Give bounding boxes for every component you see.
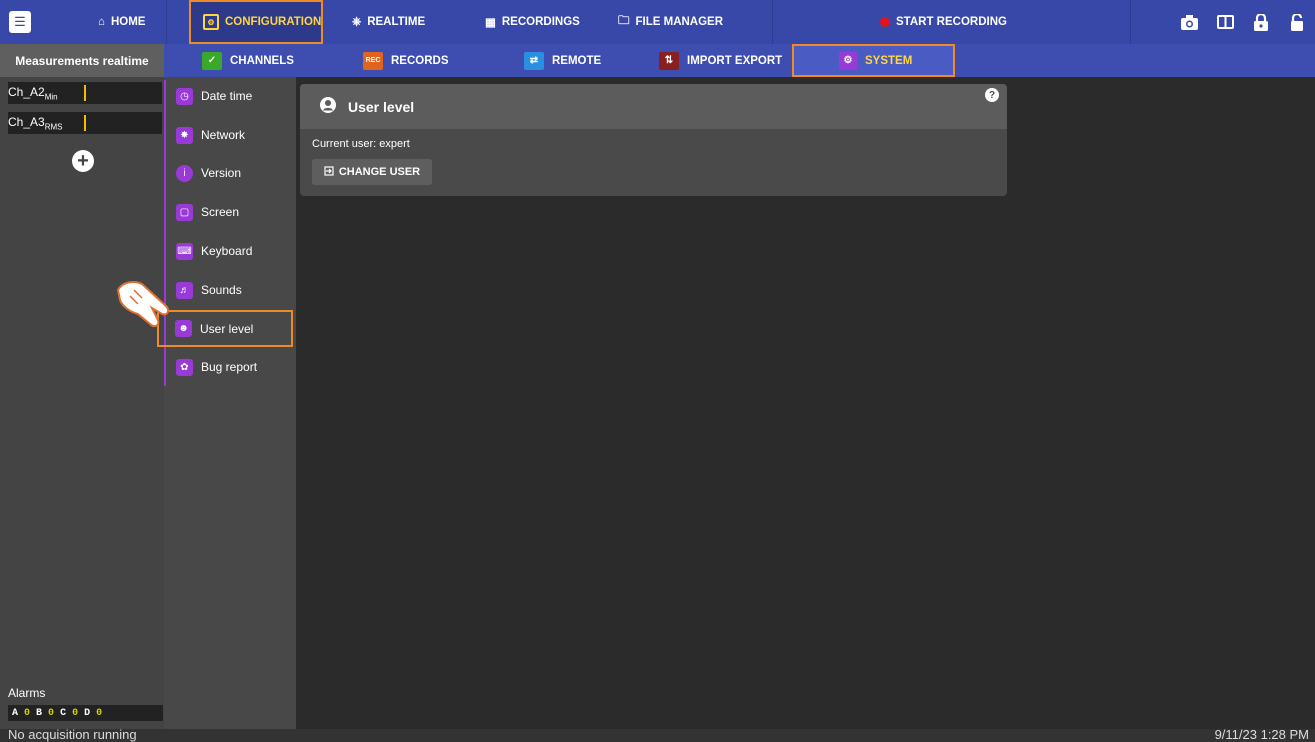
tab-import-export[interactable]: ⇅ IMPORT EXPORT (659, 44, 782, 77)
system-gear-icon: ⚙ (839, 51, 857, 70)
realtime-graph-icon: ⎈ (352, 15, 362, 28)
menu-item-label: Bug report (201, 360, 258, 374)
alarm-value: 0 (24, 707, 31, 719)
camera-icon[interactable] (1171, 0, 1207, 44)
user-circle-icon (320, 97, 336, 116)
bug-icon: ✿ (176, 358, 193, 376)
tab-records[interactable]: REC RECORDS (363, 44, 449, 77)
channel-level-bar (84, 85, 86, 101)
nav-home-button[interactable]: ⌂ HOME (98, 0, 145, 44)
nav-home-label: HOME (110, 16, 146, 28)
add-channel-button[interactable]: + (72, 150, 94, 172)
menu-item-user-level[interactable]: ☻ User level (157, 310, 293, 347)
tab-remote[interactable]: ⇄ REMOTE (524, 44, 601, 77)
tab-remote-label: REMOTE (552, 54, 602, 67)
recordings-icon: ▦ (485, 17, 496, 29)
menu-item-keyboard[interactable]: ⌨ Keyboard (176, 240, 252, 262)
home-icon: ⌂ (98, 16, 105, 28)
tab-channels-label: CHANNELS (230, 54, 294, 67)
clock-icon: ◷ (176, 87, 193, 105)
nav-realtime-label: REALTIME (367, 16, 426, 28)
start-recording-button[interactable]: START RECORDING (880, 0, 1007, 44)
alarms-indicator: A0 B0 C0 D0 (8, 705, 163, 721)
gear-box-icon: ⚙ (203, 14, 219, 30)
measurements-panel (0, 77, 164, 742)
channel-name: Ch_A2Min (8, 84, 58, 102)
info-icon: i (176, 164, 193, 182)
alarm-letter: A (12, 707, 19, 719)
menu-item-label: User level (200, 321, 254, 336)
nav-realtime-button[interactable]: ⎈ REALTIME (352, 0, 425, 44)
alarm-letter: D (84, 707, 91, 719)
lock-icon[interactable] (1243, 0, 1279, 44)
card-title: User level (348, 98, 415, 115)
nav-configuration-label: CONFIGURATION (225, 16, 322, 28)
toolbar-icons (1171, 0, 1315, 44)
top-navigation-bar: ☰ ⌂ HOME ⚙ CONFIGURATION ⎈ REALTIME ▦ RE… (0, 0, 1315, 44)
user-level-card: User level ? Current user: expert CHANGE… (300, 84, 1007, 196)
alarm-letter: C (60, 707, 67, 719)
nav-file-manager-button[interactable]: 🗀 FILE MANAGER (618, 0, 723, 44)
channels-icon: ✓ (202, 51, 222, 70)
folder-icon: 🗀 (618, 14, 630, 27)
nav-recordings-label: RECORDINGS (501, 16, 580, 28)
change-user-button[interactable]: CHANGE USER (312, 159, 432, 185)
tab-records-label: RECORDS (391, 54, 449, 67)
card-header: User level (300, 84, 1007, 129)
menu-item-screen[interactable]: ▢ Screen (176, 201, 239, 223)
channel-level-bar (84, 115, 86, 131)
unlock-icon[interactable] (1279, 0, 1315, 44)
channel-name: Ch_A3RMS (8, 114, 63, 132)
nav-configuration-button[interactable]: ⚙ CONFIGURATION (189, 0, 323, 44)
network-icon: ✸ (176, 126, 193, 144)
tab-import-export-label: IMPORT EXPORT (687, 54, 783, 67)
sidebar-title: Measurements realtime (0, 44, 164, 77)
start-recording-label: START RECORDING (896, 16, 1007, 28)
pointing-hand-icon (116, 281, 170, 328)
tab-channels[interactable]: ✓ CHANNELS (202, 44, 294, 77)
current-user-text: Current user: expert (312, 138, 410, 150)
nav-file-manager-label: FILE MANAGER (635, 16, 724, 28)
menu-item-date-time[interactable]: ◷ Date time (176, 85, 252, 107)
speaker-icon: ♬ (176, 281, 193, 299)
menu-item-label: Sounds (201, 283, 242, 297)
menu-item-sounds[interactable]: ♬ Sounds (176, 279, 242, 301)
status-bar: No acquisition running 9/11/23 1:28 PM (0, 727, 1315, 742)
change-user-label: CHANGE USER (338, 166, 421, 178)
keyboard-icon: ⌨ (176, 242, 193, 260)
configuration-subtabs-bar: Measurements realtime (0, 44, 1315, 77)
menu-item-bug-report[interactable]: ✿ Bug report (176, 356, 257, 378)
alarm-value: 0 (96, 707, 103, 719)
nav-recordings-button[interactable]: ▦ RECORDINGS (485, 0, 580, 44)
rec-icon: REC (363, 51, 383, 70)
channel-row[interactable]: Ch_A2Min (8, 82, 162, 104)
book-icon[interactable] (1207, 0, 1243, 44)
tab-system[interactable]: ⚙ SYSTEM (792, 44, 955, 77)
login-icon (324, 165, 334, 179)
menu-item-label: Date time (201, 89, 253, 103)
channel-row[interactable]: Ch_A3RMS (8, 112, 162, 134)
app-menu-icon[interactable]: ☰ (9, 11, 31, 33)
menu-item-label: Version (201, 166, 242, 180)
user-circle-icon: ☻ (175, 320, 192, 337)
import-export-icon: ⇅ (659, 51, 679, 70)
menu-item-network[interactable]: ✸ Network (176, 124, 245, 146)
acquisition-status: No acquisition running (8, 727, 137, 742)
alarm-value: 0 (48, 707, 55, 719)
monitor-icon: ▢ (176, 203, 193, 221)
menu-item-version[interactable]: i Version (176, 162, 241, 184)
alarm-letter: B (36, 707, 43, 719)
datetime-display: 9/11/23 1:28 PM (1214, 727, 1309, 742)
menu-item-label: Keyboard (201, 244, 253, 258)
alarms-label: Alarms (8, 686, 46, 700)
tab-system-label: SYSTEM (865, 54, 913, 67)
alarm-value: 0 (72, 707, 79, 719)
record-dot-icon (880, 17, 890, 27)
remote-arrows-icon: ⇄ (524, 51, 544, 70)
menu-item-label: Network (201, 128, 246, 142)
help-icon[interactable]: ? (985, 88, 999, 102)
menu-item-label: Screen (201, 205, 240, 219)
